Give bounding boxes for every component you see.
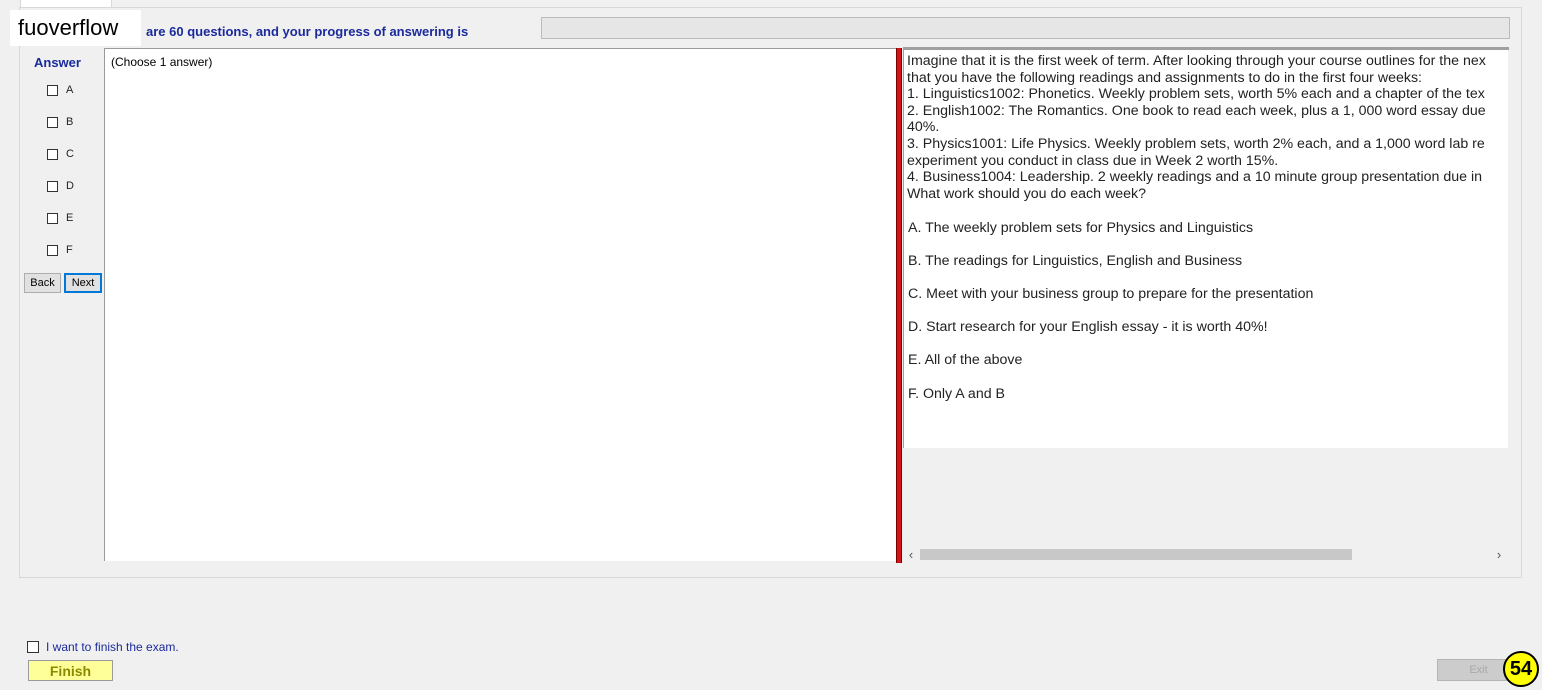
checkbox-icon[interactable] [47, 84, 58, 96]
question-line: 40%. [907, 119, 940, 136]
question-pane: Imagine that it is the first week of ter… [903, 47, 1509, 564]
question-choice: E. All of the above [908, 352, 1023, 368]
answer-area[interactable]: (Choose 1 answer) [104, 48, 896, 561]
question-line: 1. Linguistics1002: Phonetics. Weekly pr… [907, 86, 1485, 103]
answer-option-a[interactable]: A [47, 83, 73, 97]
watermark-label: fuoverflow [10, 10, 141, 46]
answer-option-label: D [66, 180, 74, 192]
checkbox-icon[interactable] [47, 212, 58, 224]
question-line: that you have the following readings and… [907, 69, 1422, 86]
checkbox-icon[interactable] [47, 116, 58, 128]
back-button[interactable]: Back [24, 273, 61, 293]
question-text: Imagine that it is the first week of ter… [907, 53, 1508, 202]
question-choice: B. The readings for Linguistics, English… [908, 253, 1243, 269]
answer-option-d[interactable]: D [47, 179, 74, 193]
question-choice: C. Meet with your business group to prep… [908, 286, 1314, 302]
question-number-badge: 54 [1503, 651, 1539, 687]
scroll-right-icon[interactable]: › [1492, 546, 1506, 563]
checkbox-icon[interactable] [27, 641, 39, 653]
answer-option-b[interactable]: B [47, 115, 73, 129]
choose-instruction: (Choose 1 answer) [111, 55, 213, 69]
question-line: 4. Business1004: Leadership. 2 weekly re… [907, 169, 1482, 186]
horizontal-scrollbar[interactable]: ‹ › [903, 546, 1509, 563]
question-choice: D. Start research for your English essay… [908, 319, 1268, 335]
answer-option-c[interactable]: C [47, 147, 74, 161]
finish-button[interactable]: Finish [28, 660, 113, 681]
answer-option-f[interactable]: F [47, 243, 73, 257]
checkbox-icon[interactable] [47, 180, 58, 192]
answer-option-label: C [66, 148, 74, 160]
answer-option-label: A [66, 84, 74, 96]
question-content: Imagine that it is the first week of ter… [903, 50, 1508, 448]
question-choice: A. The weekly problem sets for Physics a… [908, 220, 1254, 236]
question-line: 2. English1002: The Romantics. One book … [907, 102, 1486, 119]
pane-splitter[interactable] [896, 48, 902, 563]
answer-option-label: B [66, 116, 74, 128]
question-line: experiment you conduct in class due in W… [907, 152, 1279, 169]
scroll-thumb[interactable] [920, 549, 1352, 560]
question-choice: F. Only A and B [908, 386, 1006, 402]
finish-exam-checkbox[interactable]: I want to finish the exam. [27, 640, 179, 654]
answer-option-e[interactable]: E [47, 211, 73, 225]
answer-title: Answer [34, 55, 81, 70]
scroll-left-icon[interactable]: ‹ [904, 546, 918, 563]
answer-option-label: F [66, 244, 73, 256]
answer-option-label: E [66, 212, 74, 224]
next-button[interactable]: Next [64, 273, 102, 293]
finish-exam-label: I want to finish the exam. [46, 640, 179, 654]
checkbox-icon[interactable] [47, 148, 58, 160]
checkbox-icon[interactable] [47, 244, 58, 256]
question-line: Imagine that it is the first week of ter… [907, 53, 1486, 69]
question-line: 3. Physics1001: Life Physics. Weekly pro… [907, 135, 1485, 152]
question-line: What work should you do each week? [907, 185, 1146, 202]
progress-bar [541, 17, 1510, 39]
progress-label: are 60 questions, and your progress of a… [146, 24, 469, 39]
